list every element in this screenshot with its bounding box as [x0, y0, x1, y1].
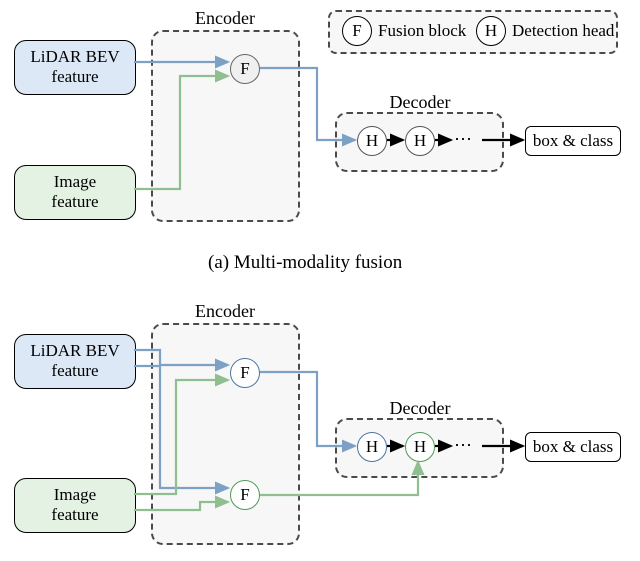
head-node-a2: H	[405, 126, 435, 156]
caption-a: (a) Multi-modality fusion	[208, 252, 402, 274]
encoder-box-a	[151, 30, 300, 222]
image-feature-b: Image feature	[14, 478, 136, 533]
lidar-feature-a: LiDAR BEV feature	[14, 40, 136, 95]
legend-head-icon: H	[476, 16, 506, 46]
decoder-label-a: Decoder	[380, 92, 460, 113]
encoder-box-b	[151, 323, 300, 545]
head-node-b-image: H	[405, 432, 435, 462]
legend-fusion-icon: F	[342, 16, 372, 46]
decoder-label-b: Decoder	[380, 398, 460, 419]
encoder-label-b: Encoder	[185, 301, 265, 322]
head-node-a1: H	[357, 126, 387, 156]
encoder-label-a: Encoder	[185, 8, 265, 29]
ellipsis-a: ⋯	[454, 129, 474, 150]
output-b: box & class	[525, 432, 621, 462]
ellipsis-b: ⋯	[454, 435, 474, 456]
head-node-b-lidar: H	[357, 432, 387, 462]
legend-fusion-label: Fusion block	[378, 21, 466, 41]
legend-head-label: Detection head	[512, 21, 614, 41]
image-feature-a: Image feature	[14, 165, 136, 220]
fusion-node-a: F	[230, 54, 260, 84]
lidar-feature-b: LiDAR BEV feature	[14, 334, 136, 389]
fusion-node-b-image: F	[230, 480, 260, 510]
output-a: box & class	[525, 126, 621, 156]
fusion-node-b-lidar: F	[230, 358, 260, 388]
